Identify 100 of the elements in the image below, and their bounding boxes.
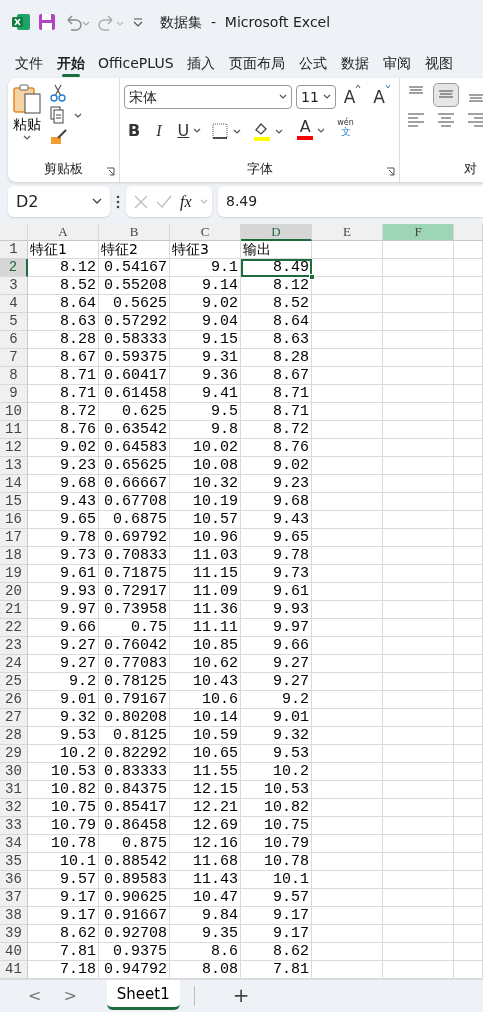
next-sheet-button[interactable]: > bbox=[55, 984, 85, 1008]
table-cell bbox=[312, 619, 383, 637]
column-header[interactable]: A bbox=[28, 224, 99, 241]
table-cell: 0.875 bbox=[99, 835, 170, 853]
row-header[interactable]: 9 bbox=[0, 385, 28, 403]
redo-icon[interactable] bbox=[98, 13, 124, 31]
decrease-font-button[interactable]: A bbox=[369, 84, 395, 110]
row-header[interactable]: 36 bbox=[0, 871, 28, 889]
row-header[interactable]: 20 bbox=[0, 583, 28, 601]
ribbon-tab[interactable]: 视图 bbox=[417, 51, 453, 78]
row-header[interactable]: 27 bbox=[0, 709, 28, 727]
row-header[interactable]: 16 bbox=[0, 511, 28, 529]
row-header[interactable]: 22 bbox=[0, 619, 28, 637]
row-header[interactable]: 13 bbox=[0, 457, 28, 475]
cut-icon[interactable] bbox=[50, 84, 66, 102]
row-header[interactable]: 7 bbox=[0, 349, 28, 367]
ribbon-tab[interactable]: 开始 bbox=[50, 51, 92, 78]
row-header[interactable]: 8 bbox=[0, 367, 28, 385]
customize-caret-icon[interactable] bbox=[132, 16, 144, 28]
row-header[interactable]: 17 bbox=[0, 529, 28, 547]
row-header[interactable]: 3 bbox=[0, 277, 28, 295]
previous-sheet-button[interactable]: < bbox=[20, 984, 50, 1008]
row-header[interactable]: 18 bbox=[0, 547, 28, 565]
bold-button[interactable]: B bbox=[124, 118, 145, 144]
row-header[interactable]: 23 bbox=[0, 637, 28, 655]
align-middle-icon[interactable] bbox=[434, 84, 458, 106]
row-header[interactable]: 37 bbox=[0, 889, 28, 907]
row-header[interactable]: 32 bbox=[0, 799, 28, 817]
cancel-icon[interactable] bbox=[134, 194, 148, 209]
row-header[interactable]: 30 bbox=[0, 763, 28, 781]
row-header[interactable]: 25 bbox=[0, 673, 28, 691]
row-header[interactable]: 29 bbox=[0, 745, 28, 763]
fill-handle[interactable] bbox=[309, 274, 315, 280]
row-header[interactable]: 5 bbox=[0, 313, 28, 331]
ribbon-tab[interactable]: 公式 bbox=[291, 51, 334, 78]
phonetic-guide-button[interactable]: wén 文 bbox=[333, 118, 358, 144]
row-header[interactable]: 4 bbox=[0, 295, 28, 313]
row-header[interactable]: 33 bbox=[0, 817, 28, 835]
formula-field[interactable]: 8.49 bbox=[218, 186, 483, 217]
table-cell bbox=[454, 889, 483, 907]
row-header[interactable]: 34 bbox=[0, 835, 28, 853]
table-cell bbox=[383, 241, 454, 259]
increase-font-button[interactable]: A bbox=[339, 84, 366, 110]
table-cell: 9.53 bbox=[28, 727, 99, 745]
table-cell bbox=[312, 403, 383, 421]
row-header[interactable]: 40 bbox=[0, 943, 28, 961]
row-header[interactable]: 41 bbox=[0, 961, 28, 979]
row-header[interactable]: 14 bbox=[0, 475, 28, 493]
column-header[interactable]: B bbox=[99, 224, 170, 241]
ribbon-tab[interactable]: 页面布局 bbox=[221, 51, 292, 78]
confirm-icon[interactable] bbox=[156, 194, 172, 209]
font-size-dropdown[interactable]: 11 bbox=[296, 85, 336, 109]
ribbon-tab[interactable]: OfficePLUS bbox=[92, 51, 180, 78]
add-sheet-button[interactable]: + bbox=[224, 980, 258, 1010]
ribbon-tab[interactable]: 数据 bbox=[333, 51, 376, 78]
row-header[interactable]: 28 bbox=[0, 727, 28, 745]
underline-button[interactable]: U bbox=[173, 118, 194, 144]
copy-icon[interactable] bbox=[50, 106, 84, 124]
row-header[interactable]: 38 bbox=[0, 907, 28, 925]
row-header[interactable]: 19 bbox=[0, 565, 28, 583]
table-cell bbox=[312, 907, 383, 925]
row-header[interactable]: 26 bbox=[0, 691, 28, 709]
table-cell bbox=[312, 385, 383, 403]
table-cell bbox=[454, 511, 483, 529]
row-header[interactable]: 24 bbox=[0, 655, 28, 673]
name-box[interactable]: D2 bbox=[8, 186, 110, 217]
ribbon-tab[interactable]: 插入 bbox=[179, 51, 222, 78]
save-icon[interactable] bbox=[38, 13, 56, 31]
row-header[interactable]: 10 bbox=[0, 403, 28, 421]
table-cell: 8.64 bbox=[241, 313, 312, 331]
caret-icon bbox=[317, 128, 326, 134]
row-header[interactable]: 11 bbox=[0, 421, 28, 439]
italic-button[interactable]: I bbox=[152, 118, 166, 144]
column-header[interactable]: E bbox=[312, 224, 383, 241]
active-cell[interactable]: 8.49 bbox=[241, 259, 312, 277]
table-cell bbox=[454, 313, 483, 331]
column-header[interactable]: D bbox=[241, 224, 312, 241]
dialog-launcher-icon[interactable] bbox=[386, 167, 395, 176]
row-header[interactable]: 12 bbox=[0, 439, 28, 457]
dialog-launcher-icon[interactable] bbox=[106, 167, 115, 176]
font-color-button[interactable]: A bbox=[293, 118, 318, 144]
ribbon-tab[interactable]: 审阅 bbox=[375, 51, 418, 78]
column-header[interactable]: C bbox=[170, 224, 241, 241]
row-header[interactable]: 15 bbox=[0, 493, 28, 511]
row-header[interactable]: 2 bbox=[0, 259, 28, 277]
row-header[interactable]: 21 bbox=[0, 601, 28, 619]
table-cell bbox=[383, 907, 454, 925]
row-header[interactable]: 31 bbox=[0, 781, 28, 799]
font-name-dropdown[interactable]: 宋体 bbox=[124, 85, 293, 109]
sheet-tab[interactable]: Sheet1 bbox=[106, 980, 180, 1010]
column-header[interactable]: F bbox=[383, 224, 454, 241]
row-header[interactable]: 39 bbox=[0, 925, 28, 943]
insert-function-button[interactable]: fx bbox=[180, 189, 192, 214]
row-header[interactable]: 1 bbox=[0, 241, 28, 259]
row-header[interactable]: 35 bbox=[0, 853, 28, 871]
paste-button[interactable]: 粘贴 bbox=[12, 84, 42, 146]
row-header[interactable]: 6 bbox=[0, 331, 28, 349]
more-options-icon[interactable] bbox=[116, 194, 120, 209]
format-painter-icon[interactable] bbox=[50, 128, 68, 146]
ribbon-tab[interactable]: 文件 bbox=[8, 51, 50, 78]
